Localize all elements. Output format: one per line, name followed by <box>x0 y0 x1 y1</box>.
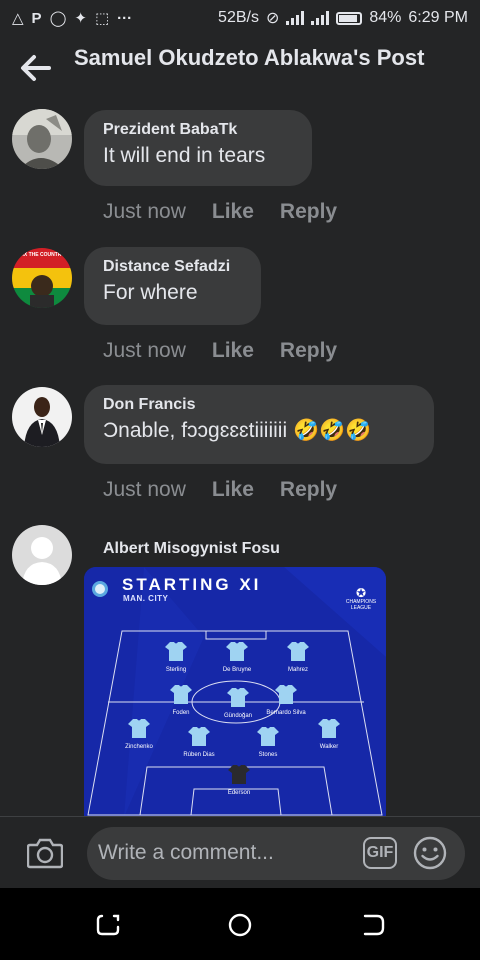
player: De Bruyne <box>207 641 267 673</box>
comment-time: Just now <box>103 478 186 501</box>
signal-icon <box>286 11 305 25</box>
emoji-icon[interactable] <box>413 836 447 870</box>
battery-icon <box>336 11 363 25</box>
mute-icon: ⊘ <box>265 10 280 27</box>
reply-button[interactable]: Reply <box>280 478 337 502</box>
reply-button[interactable]: Reply <box>280 339 337 363</box>
comment-time: Just now <box>103 200 186 223</box>
notification-icons: △ P ◯ ✦ ⬚ ··· <box>12 9 133 28</box>
shirt-icon <box>128 719 150 738</box>
competition-logo: ✪ CHAMPIONS LEAGUE <box>344 587 378 611</box>
comment-text: For where <box>103 281 198 304</box>
comment-bubble: Distance Sefadzi For where <box>84 247 261 325</box>
player-name: Bernardo Silva <box>266 710 306 716</box>
clock: 6:29 PM <box>408 9 468 26</box>
comment-author[interactable]: Albert Misogynist Fosu <box>103 539 280 559</box>
whatsapp-icon: ◯ <box>49 10 67 27</box>
reply-button[interactable]: Reply <box>280 200 337 224</box>
player-name: Ederson <box>227 790 251 796</box>
player: Rúben Dias <box>169 726 229 758</box>
camera-icon[interactable] <box>27 836 63 870</box>
gif-button[interactable]: GIF <box>363 837 397 869</box>
comment-time: Just now <box>103 339 186 362</box>
player: Mahrez <box>268 641 328 673</box>
player: Ederson <box>209 764 269 796</box>
avatar-caption: FIX THE COUNTRY <box>19 252 65 258</box>
page-title: Samuel Okudzeto Ablakwa's Post <box>74 45 425 70</box>
competition-name: CHAMPIONS LEAGUE <box>345 599 377 611</box>
player-name: Zinchenko <box>125 744 153 750</box>
like-button[interactable]: Like <box>212 200 254 224</box>
post-comments-screen: △ P ◯ ✦ ⬚ ··· 52B/s ⊘ 84% 6:29 PM Samuel… <box>0 0 480 960</box>
parking-icon: P <box>31 9 42 27</box>
lineup-image[interactable]: STARTING XI MAN. CITY ✪ CHAMPIONS LEAGUE… <box>84 567 386 817</box>
comment-placeholder: Write a comment... <box>98 841 274 864</box>
shirt-icon <box>275 685 297 704</box>
comment-actions: Just now Like Reply <box>103 200 337 224</box>
player: Zinchenko <box>109 718 169 750</box>
comment-bubble: Don Francis Ɔnable, fɔɔgɛɛɛtiiiiiii 🤣🤣🤣 <box>84 385 434 464</box>
lineup-subtitle: MAN. CITY <box>123 594 169 603</box>
player-name: Sterling <box>165 667 187 673</box>
shirt-icon <box>170 685 192 704</box>
player-name: Stones <box>258 752 278 758</box>
avatar[interactable] <box>12 109 72 169</box>
like-button[interactable]: Like <box>212 478 254 502</box>
comment-input[interactable]: Write a comment... GIF <box>87 827 465 880</box>
comment-actions: Just now Like Reply <box>103 478 337 502</box>
lineup-title: STARTING XI <box>122 575 262 594</box>
comment-author[interactable]: Distance Sefadzi <box>103 257 241 277</box>
comment-actions: Just now Like Reply <box>103 339 337 363</box>
player-name: Rúben Dias <box>183 752 215 758</box>
avatar[interactable] <box>12 525 72 585</box>
back-arrow-icon[interactable] <box>20 54 52 82</box>
status-indicators: 52B/s ⊘ 84% 6:29 PM <box>218 8 468 28</box>
player: Bernardo Silva <box>256 684 316 716</box>
more-icon: ··· <box>117 9 133 27</box>
player: Foden <box>151 684 211 716</box>
back-icon[interactable] <box>358 910 388 940</box>
like-button[interactable]: Like <box>212 339 254 363</box>
shirt-icon <box>318 719 340 738</box>
post-header: Samuel Okudzeto Ablakwa's Post <box>0 36 480 104</box>
player: Stones <box>238 726 298 758</box>
shirt-icon <box>165 642 187 661</box>
comment-author[interactable]: Prezident BabaTk <box>103 120 292 140</box>
recents-icon[interactable] <box>93 910 123 940</box>
goalkeeper-shirt-icon <box>228 765 250 784</box>
shirt-icon <box>257 727 279 746</box>
avatar[interactable] <box>12 387 72 447</box>
avatar[interactable]: FIX THE COUNTRY <box>12 248 72 308</box>
shirt-icon <box>227 688 249 707</box>
signal-icon-2 <box>311 11 330 25</box>
player: Sterling <box>146 641 206 673</box>
system-nav-bar <box>0 888 480 960</box>
network-speed: 52B/s <box>218 9 259 26</box>
comment-composer: Write a comment... GIF <box>0 816 480 888</box>
player-name: Foden <box>172 710 190 716</box>
status-bar: △ P ◯ ✦ ⬚ ··· 52B/s ⊘ 84% 6:29 PM <box>0 0 480 36</box>
shirt-icon <box>188 727 210 746</box>
comment-text: Ɔnable, fɔɔgɛɛɛtiiiiiii 🤣🤣🤣 <box>103 419 372 442</box>
shirt-icon <box>287 642 309 661</box>
home-icon[interactable] <box>225 910 255 940</box>
battery-level: 84% <box>369 9 402 26</box>
shirt-icon <box>226 642 248 661</box>
player-name: Walker <box>319 744 339 750</box>
player-name: Mahrez <box>287 667 308 673</box>
twitter-icon: ✦ <box>74 10 87 27</box>
comment-bubble: Prezident BabaTk It will end in tears <box>84 110 312 186</box>
player-name: De Bruyne <box>222 667 252 673</box>
screenshot-icon: ⬚ <box>94 10 110 27</box>
warning-icon: △ <box>12 10 24 27</box>
player: Walker <box>299 718 359 750</box>
ball-icon: ✪ <box>355 586 367 600</box>
comment-text: It will end in tears <box>103 144 266 167</box>
comment-author[interactable]: Don Francis <box>103 395 414 415</box>
